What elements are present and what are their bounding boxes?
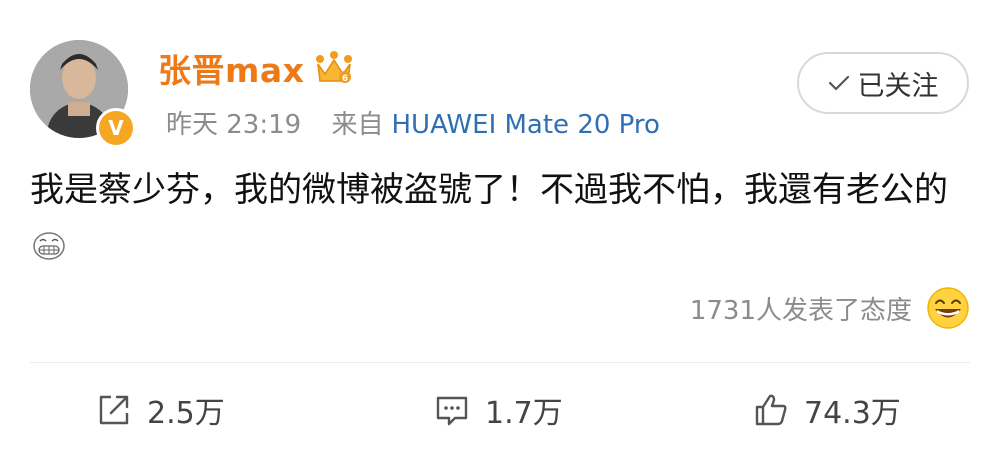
action-bar: 2.5万 1.7万 74.3万 [0, 385, 1000, 435]
grin-emoji-icon [33, 232, 65, 260]
username[interactable]: 张晋max [158, 44, 304, 92]
follow-label: 已关注 [857, 70, 939, 102]
repost-button[interactable]: 2.5万 [95, 385, 225, 435]
comment-count: 1.7万 [485, 396, 563, 431]
verified-icon: V [96, 108, 136, 148]
comment-button[interactable]: 1.7万 [433, 385, 563, 435]
source-prefix: 来自 [331, 110, 384, 140]
like-button[interactable]: 74.3万 [752, 385, 901, 435]
crown-badge-icon: 6 [316, 51, 353, 84]
post-meta: 昨天 23:19 来自 HUAWEI Mate 20 Pro [166, 104, 660, 141]
repost-icon [99, 395, 129, 425]
follow-button[interactable]: 已关注 [797, 52, 969, 114]
like-icon [755, 394, 787, 426]
post-text: 我是蔡少芬，我的微博被盗號了！不過我不怕，我還有老公的 [30, 170, 948, 210]
laugh-emoji-icon [927, 287, 969, 329]
repost-count: 2.5万 [147, 396, 225, 431]
like-count: 74.3万 [804, 396, 901, 431]
post-time: 昨天 23:19 [166, 110, 302, 140]
comment-icon [436, 396, 468, 426]
svg-text:6: 6 [342, 74, 348, 84]
post-source[interactable]: HUAWEI Mate 20 Pro [391, 110, 659, 140]
check-icon [828, 75, 849, 91]
divider [30, 362, 970, 363]
post-content: 我是蔡少芬，我的微博被盗號了！不過我不怕，我還有老公的 [30, 162, 980, 274]
reaction-summary-text: 1731人发表了态度 [689, 295, 912, 326]
reaction-summary[interactable]: 1731人发表了态度 [690, 286, 970, 330]
